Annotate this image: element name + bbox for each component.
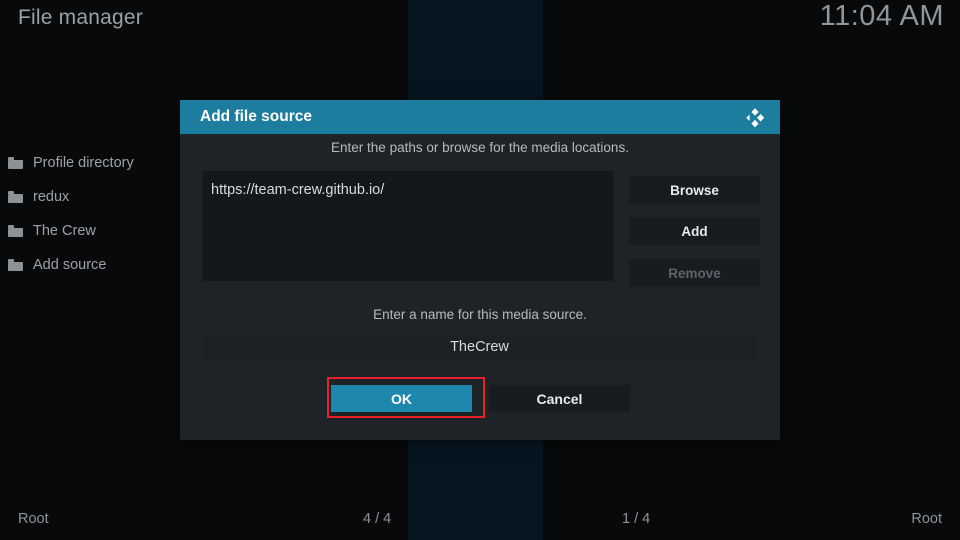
list-item-label: The Crew (33, 223, 96, 239)
page-title: File manager (18, 6, 143, 29)
status-right-path: Root (911, 511, 942, 527)
folder-icon (8, 259, 23, 271)
add-file-source-dialog: Add file source Enter the paths or brows… (180, 100, 780, 440)
folder-icon (8, 157, 23, 169)
list-item[interactable]: Profile directory (0, 146, 200, 180)
dialog-header: Add file source (180, 100, 780, 134)
status-right-count: 1 / 4 (622, 511, 651, 527)
status-bar: Root 4 / 4 1 / 4 Root (0, 500, 960, 540)
list-item[interactable]: redux (0, 180, 200, 214)
kodi-logo-icon (744, 106, 766, 128)
list-item-label: Add source (33, 257, 107, 273)
status-left-path: Root (18, 511, 49, 527)
ok-button[interactable]: OK (331, 385, 472, 412)
add-button[interactable]: Add (629, 217, 760, 245)
cancel-button[interactable]: Cancel (489, 385, 630, 412)
name-prompt-label: Enter a name for this media source. (373, 307, 587, 322)
folder-icon (8, 191, 23, 203)
clock-label: 11:04 AM (819, 0, 944, 32)
status-left-count: 4 / 4 (363, 511, 392, 527)
dialog-title: Add file source (200, 108, 312, 125)
top-bar: File manager 11:04 AM (0, 0, 960, 44)
list-item-label: Profile directory (33, 155, 134, 171)
list-item[interactable]: The Crew (0, 214, 200, 248)
name-input[interactable]: TheCrew (203, 334, 756, 360)
path-prompt-label: Enter the paths or browse for the media … (331, 140, 629, 155)
browse-button[interactable]: Browse (629, 176, 760, 204)
remove-button[interactable]: Remove (629, 259, 760, 287)
path-input[interactable]: https://team-crew.github.io/ (203, 171, 613, 281)
folder-icon (8, 225, 23, 237)
list-item[interactable]: Add source (0, 248, 200, 282)
file-list: Profile directory redux The Crew Add sou… (0, 146, 200, 282)
list-item-label: redux (33, 189, 70, 205)
